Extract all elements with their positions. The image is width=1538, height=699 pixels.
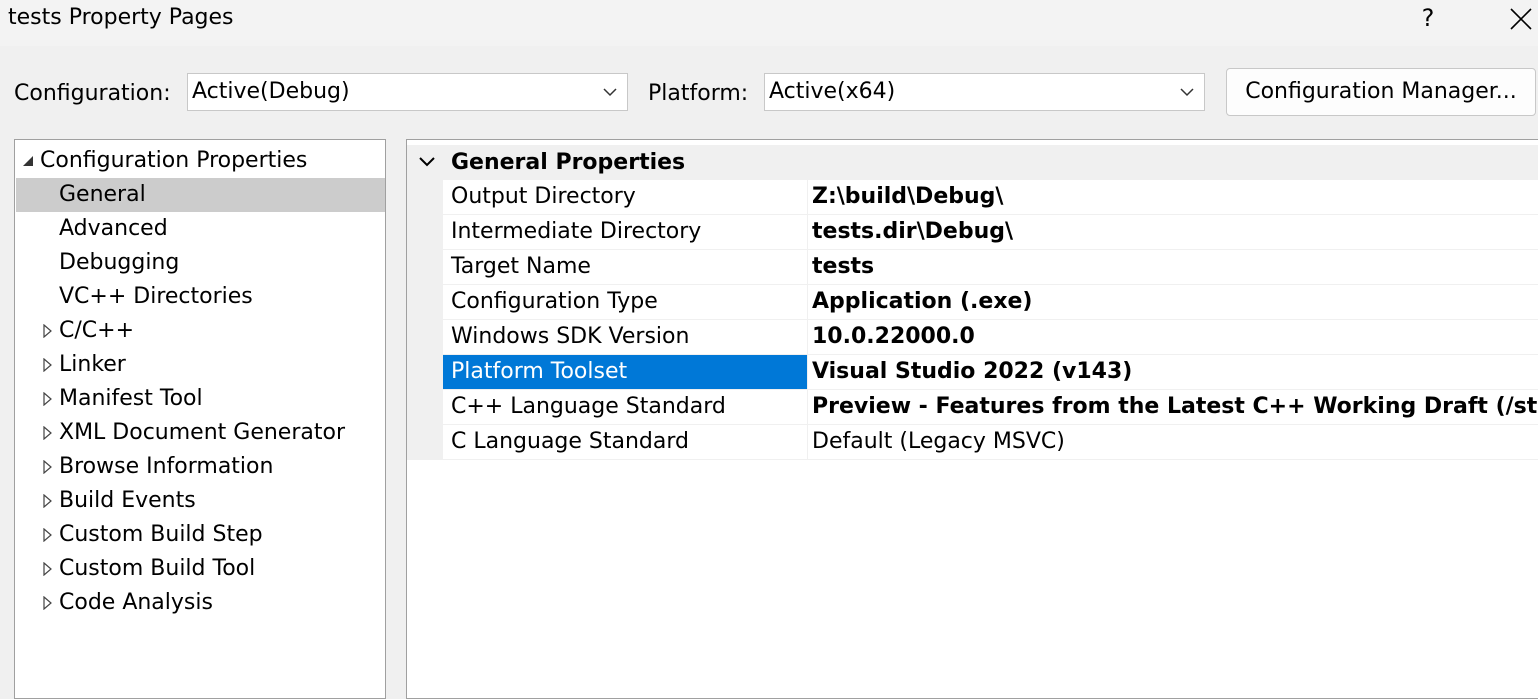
chevron-down-icon <box>603 88 617 97</box>
section-general-properties[interactable]: General Properties <box>407 145 1538 180</box>
configuration-dropdown[interactable]: Active(Debug) <box>187 73 628 111</box>
property-value[interactable]: Application (.exe) <box>812 285 1538 319</box>
tree-item-browse-information[interactable]: Browse Information <box>16 450 385 484</box>
tree-item-label: C/C++ <box>59 318 135 343</box>
property-grid[interactable]: General Properties Output Directory Z:\b… <box>406 139 1538 699</box>
collapsed-arrow-icon[interactable] <box>40 416 54 450</box>
tree-item-vc-directories[interactable]: VC++ Directories <box>16 280 385 314</box>
property-value[interactable]: Default (Legacy MSVC) <box>812 425 1538 459</box>
tree-item-custom-build-step[interactable]: Custom Build Step <box>16 518 385 552</box>
tree-item-c-cpp[interactable]: C/C++ <box>16 314 385 348</box>
tree-item-label: Advanced <box>59 216 168 241</box>
configuration-value: Active(Debug) <box>192 79 350 104</box>
tree-item-label: Custom Build Step <box>59 522 263 547</box>
property-row-target-name[interactable]: Target Name tests <box>443 250 1538 285</box>
property-row-configuration-type[interactable]: Configuration Type Application (.exe) <box>443 285 1538 320</box>
window-title: tests Property Pages <box>8 5 234 30</box>
collapsed-arrow-icon[interactable] <box>40 484 54 518</box>
tree-item-label: Custom Build Tool <box>59 556 256 581</box>
property-value[interactable]: tests.dir\Debug\ <box>812 215 1538 249</box>
tree-item-label: XML Document Generator <box>59 420 345 445</box>
close-icon <box>1510 8 1532 30</box>
close-button[interactable] <box>1496 0 1538 40</box>
collapsed-arrow-icon[interactable] <box>40 348 54 382</box>
tree-item-advanced[interactable]: Advanced <box>16 212 385 246</box>
tree-item-debugging[interactable]: Debugging <box>16 246 385 280</box>
property-value[interactable]: tests <box>812 250 1538 284</box>
tree-item-label: Manifest Tool <box>59 386 203 411</box>
help-button[interactable]: ? <box>1408 0 1448 40</box>
tree-root-label: Configuration Properties <box>40 148 308 173</box>
property-name: C++ Language Standard <box>443 390 808 424</box>
tree-item-manifest-tool[interactable]: Manifest Tool <box>16 382 385 416</box>
property-tree[interactable]: Configuration Properties General Advance… <box>14 139 386 699</box>
property-name: Output Directory <box>443 180 808 214</box>
collapsed-arrow-icon[interactable] <box>40 518 54 552</box>
property-value[interactable]: Preview - Features from the Latest C++ W… <box>812 390 1538 424</box>
tree-item-linker[interactable]: Linker <box>16 348 385 382</box>
property-row-cpp-language-standard[interactable]: C++ Language Standard Preview - Features… <box>443 390 1538 425</box>
property-name: Windows SDK Version <box>443 320 808 354</box>
tree-item-xml-document-generator[interactable]: XML Document Generator <box>16 416 385 450</box>
property-value[interactable]: 10.0.22000.0 <box>812 320 1538 354</box>
tree-item-build-events[interactable]: Build Events <box>16 484 385 518</box>
tree-item-label: Linker <box>59 352 126 377</box>
property-name: C Language Standard <box>443 425 808 459</box>
tree-item-label: Code Analysis <box>59 590 213 615</box>
property-row-c-language-standard[interactable]: C Language Standard Default (Legacy MSVC… <box>443 425 1538 460</box>
title-bar: tests Property Pages ? <box>0 0 1538 46</box>
platform-label: Platform: <box>648 81 749 106</box>
collapsed-arrow-icon[interactable] <box>40 450 54 484</box>
tree-item-label: Debugging <box>59 250 180 275</box>
property-row-intermediate-directory[interactable]: Intermediate Directory tests.dir\Debug\ <box>443 215 1538 250</box>
chevron-down-icon[interactable] <box>419 157 435 167</box>
collapsed-arrow-icon[interactable] <box>40 586 54 620</box>
platform-dropdown[interactable]: Active(x64) <box>764 73 1205 111</box>
tree-item-label: VC++ Directories <box>59 284 253 309</box>
tree-item-label: General <box>59 182 146 207</box>
property-row-platform-toolset[interactable]: Platform Toolset Visual Studio 2022 (v14… <box>443 355 1538 390</box>
section-title: General Properties <box>451 150 686 175</box>
property-value[interactable]: Z:\build\Debug\ <box>812 180 1538 214</box>
tree-item-custom-build-tool[interactable]: Custom Build Tool <box>16 552 385 586</box>
platform-value: Active(x64) <box>769 79 896 104</box>
tree-item-general[interactable]: General <box>16 178 385 212</box>
grid-gutter <box>407 180 443 460</box>
configuration-manager-button[interactable]: Configuration Manager... <box>1226 68 1536 116</box>
expanded-arrow-icon[interactable] <box>21 144 35 178</box>
configuration-label: Configuration: <box>14 81 171 106</box>
property-name: Platform Toolset <box>443 355 808 389</box>
collapsed-arrow-icon[interactable] <box>40 552 54 586</box>
property-value[interactable]: Visual Studio 2022 (v143) <box>812 355 1538 389</box>
tree-item-code-analysis[interactable]: Code Analysis <box>16 586 385 620</box>
tree-item-label: Build Events <box>59 488 196 513</box>
property-name: Target Name <box>443 250 808 284</box>
property-row-output-directory[interactable]: Output Directory Z:\build\Debug\ <box>443 180 1538 215</box>
property-name: Intermediate Directory <box>443 215 808 249</box>
tree-item-label: Browse Information <box>59 454 274 479</box>
chevron-down-icon <box>1180 88 1194 97</box>
property-name: Configuration Type <box>443 285 808 319</box>
property-row-windows-sdk-version[interactable]: Windows SDK Version 10.0.22000.0 <box>443 320 1538 355</box>
collapsed-arrow-icon[interactable] <box>40 314 54 348</box>
tree-root-configuration-properties[interactable]: Configuration Properties <box>16 144 385 178</box>
collapsed-arrow-icon[interactable] <box>40 382 54 416</box>
